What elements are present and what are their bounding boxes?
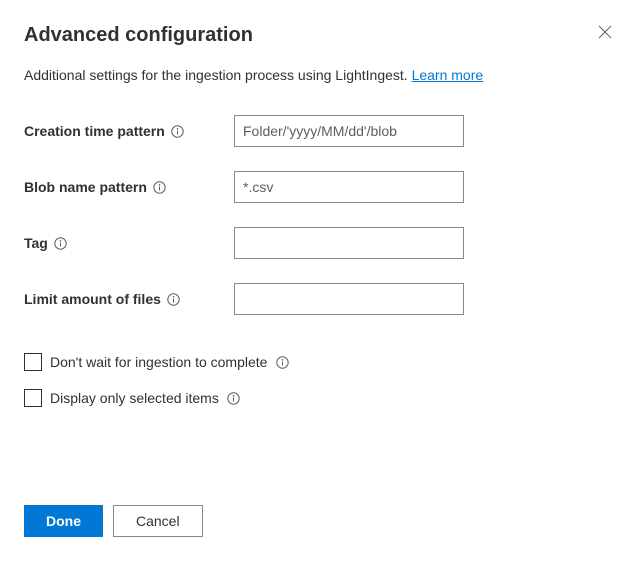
cancel-button[interactable]: Cancel (113, 505, 203, 537)
info-icon[interactable] (153, 180, 167, 194)
dont-wait-label: Don't wait for ingestion to complete (50, 354, 267, 370)
info-icon[interactable] (54, 236, 68, 250)
tag-label: Tag (24, 235, 48, 251)
info-icon[interactable] (275, 355, 289, 369)
display-selected-checkbox[interactable] (24, 389, 42, 407)
blob-name-label: Blob name pattern (24, 179, 147, 195)
close-button[interactable] (597, 24, 613, 40)
dialog-title: Advanced configuration (24, 24, 253, 47)
tag-input[interactable] (234, 227, 464, 259)
dialog-subtitle: Additional settings for the ingestion pr… (24, 67, 613, 83)
subtitle-text: Additional settings for the ingestion pr… (24, 67, 412, 83)
info-icon[interactable] (167, 292, 181, 306)
creation-time-input[interactable] (234, 115, 464, 147)
info-icon[interactable] (227, 391, 241, 405)
dont-wait-checkbox[interactable] (24, 353, 42, 371)
limit-files-label: Limit amount of files (24, 291, 161, 307)
close-icon (598, 25, 612, 39)
blob-name-input[interactable] (234, 171, 464, 203)
info-icon[interactable] (171, 124, 185, 138)
limit-files-input[interactable] (234, 283, 464, 315)
done-button[interactable]: Done (24, 505, 103, 537)
creation-time-label: Creation time pattern (24, 123, 165, 139)
learn-more-link[interactable]: Learn more (412, 67, 484, 83)
display-selected-label: Display only selected items (50, 390, 219, 406)
